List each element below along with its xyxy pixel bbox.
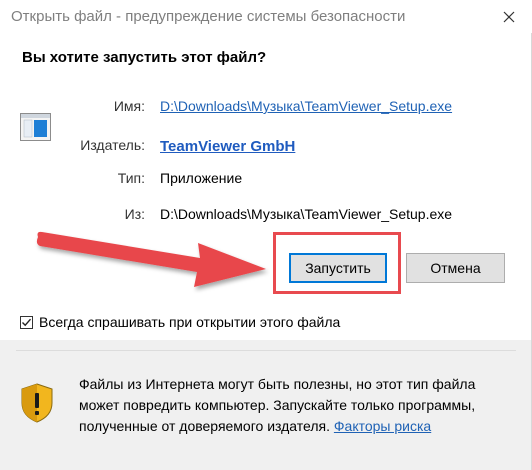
publisher-label: Издатель: <box>80 137 145 153</box>
close-button[interactable] <box>486 0 532 33</box>
publisher-link[interactable]: TeamViewer GmbH <box>160 138 295 155</box>
warning-message: Файлы из Интернета могут быть полезны, н… <box>79 374 519 437</box>
type-label: Тип: <box>117 170 145 186</box>
security-shield-icon <box>21 383 53 423</box>
file-name-link[interactable]: D:\Downloads\Музыка\TeamViewer_Setup.exe <box>160 98 452 114</box>
from-label: Из: <box>124 206 145 222</box>
from-value: D:\Downloads\Музыка\TeamViewer_Setup.exe <box>160 206 453 222</box>
annotation-arrow-icon <box>36 231 266 287</box>
title-bar: Открыть файл - предупреждение системы бе… <box>0 0 532 33</box>
divider <box>16 350 516 351</box>
application-file-icon <box>20 113 51 141</box>
cancel-button[interactable]: Отмена <box>406 253 505 283</box>
checkmark-icon <box>22 318 32 326</box>
security-warning-dialog: Открыть файл - предупреждение системы бе… <box>0 0 532 470</box>
always-ask-label: Всегда спрашивать при открытии этого фай… <box>39 314 341 330</box>
dialog-question: Вы хотите запустить этот файл? <box>22 49 267 66</box>
window-title: Открыть файл - предупреждение системы бе… <box>11 8 406 25</box>
always-ask-row[interactable]: Всегда спрашивать при открытии этого фай… <box>20 314 340 330</box>
close-icon <box>503 11 515 22</box>
risk-factors-link[interactable]: Факторы риска <box>334 418 431 434</box>
type-value: Приложение <box>160 170 243 186</box>
always-ask-checkbox[interactable] <box>20 315 33 329</box>
name-label: Имя: <box>113 98 145 114</box>
run-button[interactable]: Запустить <box>289 253 387 283</box>
